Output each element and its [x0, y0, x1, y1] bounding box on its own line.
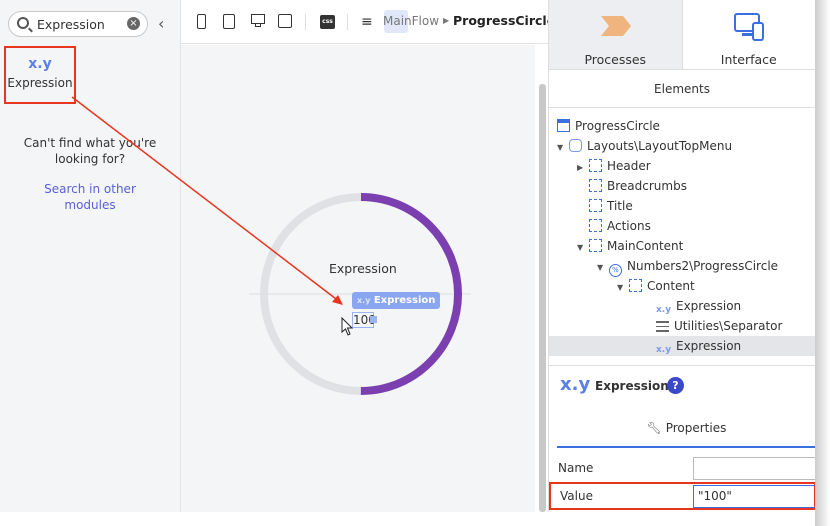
tree-label: Actions — [607, 219, 651, 233]
search-value: Expression — [37, 17, 105, 32]
tree-label: Layouts\LayoutTopMenu — [587, 139, 733, 153]
separator-icon — [656, 321, 669, 332]
breadcrumb-current: ProgressCircle — [453, 13, 556, 28]
collapse-panel-icon[interactable]: ‹ — [158, 14, 164, 33]
tree-label: MainContent — [607, 239, 684, 253]
property-name-row: Name — [549, 454, 818, 482]
tree-label: Content — [647, 279, 695, 293]
tablet-view-icon[interactable] — [223, 14, 237, 30]
help-icon[interactable]: ? — [667, 377, 684, 394]
screen-icon — [557, 119, 570, 132]
tree-item[interactable]: ▼ Layouts\LayoutTopMenu — [549, 136, 815, 156]
tree-item[interactable]: Breadcrumbs — [549, 176, 815, 196]
property-label: Value — [560, 489, 593, 503]
progress-circle — [249, 193, 471, 395]
tree-item[interactable]: Title — [549, 196, 815, 216]
tree-item[interactable]: Actions — [549, 216, 815, 236]
tree-label: Expression — [676, 339, 742, 353]
tab-interface-label: Interface — [720, 52, 777, 67]
expression-icon: x.y — [656, 345, 672, 355]
interface-icon — [683, 12, 816, 42]
tree-label: Breadcrumbs — [607, 179, 687, 193]
property-label: Name — [558, 461, 594, 475]
mouse-cursor-icon — [341, 317, 354, 336]
tab-processes[interactable]: Processes — [549, 0, 683, 69]
expression-widget[interactable]: x.y Expression — [4, 46, 76, 104]
placeholder-icon — [589, 239, 602, 252]
breadcrumb-parent[interactable]: MainFlow — [383, 14, 439, 28]
tab-properties[interactable]: 🔧︎ Properties — [557, 409, 816, 448]
tree-label: Numbers2\ProgressCircle — [627, 259, 779, 273]
desktop-view-icon[interactable] — [251, 14, 265, 30]
placeholder-icon — [589, 199, 602, 212]
value-input[interactable]: "100" — [693, 485, 818, 508]
expression-icon: x.y — [28, 56, 52, 72]
window-shadow — [815, 0, 830, 526]
css-icon[interactable]: css — [320, 15, 335, 29]
badge-icon: x.y — [357, 296, 371, 305]
expand-icon[interactable]: ▼ — [577, 238, 589, 258]
badge-label: Expression — [373, 295, 436, 306]
tree-label: Expression — [676, 299, 742, 313]
name-input[interactable] — [693, 457, 818, 480]
search-icon — [17, 17, 29, 29]
tab-processes-label: Processes — [584, 52, 647, 67]
block-icon — [569, 139, 582, 152]
search-other-modules-link[interactable]: Search in other modules — [20, 181, 160, 213]
properties-header: x.y Expression ? — [549, 365, 816, 407]
not-found-text: Can't find what you're looking for? — [23, 136, 157, 166]
selected-element-name: Expression — [595, 379, 669, 393]
tree-item[interactable]: ▼ MainContent — [549, 236, 815, 256]
align-icon[interactable]: ≡ — [361, 14, 375, 30]
canvas-toolbar: css ≡ MainFlow ▶ ProgressCircle — [181, 0, 555, 44]
tree-item[interactable]: ▼% Numbers2\ProgressCircle — [549, 256, 815, 278]
expand-icon[interactable]: ▼ — [557, 138, 569, 158]
selected-widget-badge: x.y Expression — [352, 292, 441, 309]
placeholder-icon — [589, 219, 602, 232]
property-value-row: Value "100" — [549, 482, 818, 510]
right-panel: Processes Interface Elements ProgressCir… — [548, 0, 818, 512]
collapsed-icon[interactable]: ▶ — [577, 158, 589, 178]
expression-widget-label: Expression — [7, 76, 73, 90]
search-input[interactable]: Expression × — [8, 11, 148, 37]
tree-label: Utilities\Separator — [674, 319, 783, 333]
progress-title: Expression — [329, 261, 397, 276]
widget-toolbox: Expression × ‹ x.y Expression Can't find … — [0, 0, 181, 512]
phone-view-icon[interactable] — [197, 14, 211, 30]
canvas-scrollbar[interactable] — [539, 84, 546, 512]
tree-item[interactable]: ▶ Header — [549, 156, 815, 176]
tree-item[interactable]: Utilities\Separator — [549, 316, 815, 336]
properties-tab-label: Properties — [665, 421, 727, 435]
tree-label: ProgressCircle — [575, 119, 660, 133]
elements-header: Elements — [549, 70, 815, 108]
tree-item-selected[interactable]: x.y Expression — [549, 336, 815, 356]
tree-item[interactable]: ▼ Content — [549, 276, 815, 296]
processes-icon — [549, 12, 682, 42]
wrench-icon: 🔧︎ — [646, 421, 662, 435]
placeholder-icon — [589, 179, 602, 192]
placeholder-icon — [629, 279, 642, 292]
expression-icon: x.y — [560, 374, 591, 395]
expand-icon[interactable]: ▼ — [617, 278, 629, 298]
tree-label: Title — [607, 199, 633, 213]
element-tree: ProgressCircle ▼ Layouts\LayoutTopMenu ▶ H… — [549, 108, 815, 356]
expression-icon: x.y — [656, 305, 672, 315]
tree-item[interactable]: ProgressCircle — [549, 116, 815, 136]
resize-handle[interactable] — [370, 316, 377, 323]
expand-icon[interactable]: ▼ — [597, 258, 609, 278]
design-canvas[interactable]: Expression x.y Expression 100 — [181, 45, 535, 512]
tree-label: Header — [607, 159, 651, 173]
tab-interface[interactable]: Interface — [683, 0, 816, 69]
clear-icon[interactable]: × — [127, 17, 140, 30]
placeholder-icon — [589, 159, 602, 172]
rotate-view-icon[interactable] — [278, 14, 292, 30]
tree-item[interactable]: x.y Expression — [549, 296, 815, 316]
